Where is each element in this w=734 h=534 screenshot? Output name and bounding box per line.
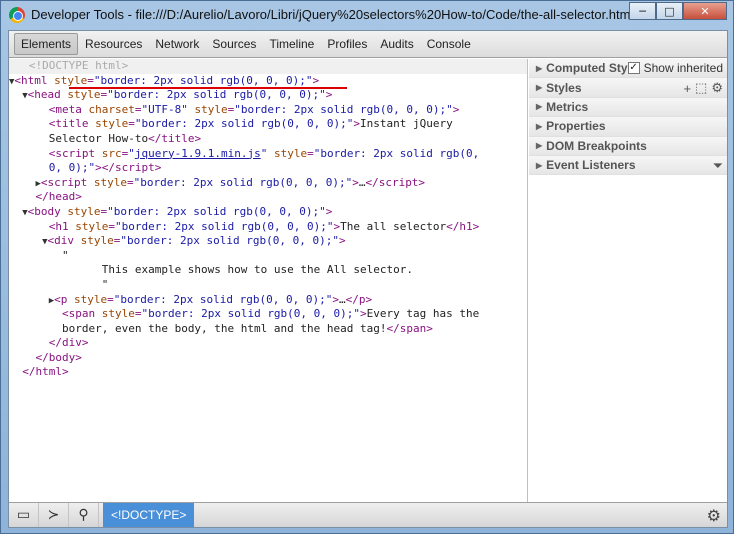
dom-node-div-close[interactable]: </div> (9, 336, 527, 351)
tab-audits[interactable]: Audits (374, 34, 419, 54)
pane-dom-breakpoints[interactable]: ▶ DOM Breakpoints (529, 136, 727, 156)
pane-label: Event Listeners (546, 158, 636, 173)
pane-metrics[interactable]: ▶ Metrics (529, 97, 727, 118)
tab-console[interactable]: Console (421, 34, 477, 54)
pane-label: Styles (546, 80, 582, 95)
pane-event-listeners[interactable]: ▶ Event Listeners ⏷ (529, 155, 727, 176)
doctype-text: <!DOCTYPE html> (28, 59, 129, 72)
pane-computed-style[interactable]: ▶ Computed Style ✓ Show inherited (529, 59, 727, 79)
pane-label: Computed Style (546, 61, 638, 76)
breadcrumb-doctype[interactable]: <!DOCTYPE> (103, 503, 195, 527)
show-inherited-label: Show inherited (643, 61, 723, 75)
dom-node-span[interactable]: <span style="border: 2px solid rgb(0, 0,… (9, 307, 527, 322)
dom-node-script-1-cont[interactable]: 0, 0);"></script> (9, 161, 527, 176)
dom-node-body-close[interactable]: </body> (9, 351, 527, 366)
devtools-window: Developer Tools - file:///D:/Aurelio/Lav… (0, 0, 734, 534)
title-bar[interactable]: Developer Tools - file:///D:/Aurelio/Lav… (1, 1, 733, 29)
dom-node-head-close[interactable]: </head> (9, 190, 527, 205)
panel-tabs: Elements Resources Network Sources Timel… (9, 31, 727, 58)
styles-actions: + ⬚ ⚙ (683, 80, 723, 97)
show-inherited-checkbox[interactable]: ✓ (627, 62, 640, 74)
dom-node-script-1[interactable]: <script src="jquery-1.9.1.min.js" style=… (9, 147, 527, 162)
expand-triangle-icon[interactable]: ▶ (536, 83, 542, 92)
dom-tree[interactable]: <!DOCTYPE html> ▼<html style="border: 2p… (9, 59, 528, 502)
dom-node-body[interactable]: ▼<body style="border: 2px solid rgb(0, 0… (9, 205, 527, 220)
tab-network[interactable]: Network (149, 34, 205, 54)
tab-resources[interactable]: Resources (79, 34, 148, 54)
dom-node-title-cont[interactable]: Selector How-to</title> (9, 132, 527, 147)
pane-label: Metrics (546, 99, 589, 114)
expand-triangle-icon[interactable]: ▶ (536, 102, 542, 111)
pane-properties[interactable]: ▶ Properties (529, 117, 727, 137)
expand-triangle-icon[interactable]: ▶ (536, 161, 542, 170)
add-rule-icon[interactable]: + (683, 81, 691, 96)
attr-name: style (54, 73, 88, 87)
window-controls: ─ □ ✕ (629, 2, 727, 20)
settings-gear-icon[interactable]: ⚙ (711, 80, 723, 96)
attr-value: "border: 2px solid rgb(0, 0, 0);" (93, 73, 313, 87)
expand-triangle-icon[interactable]: ▶ (536, 64, 542, 73)
pane-styles[interactable]: ▶ Styles + ⬚ ⚙ (529, 78, 727, 98)
settings-gear-icon[interactable]: ⚙ (707, 506, 721, 525)
dom-text-quote[interactable]: " (9, 249, 527, 264)
dock-toggle-icon[interactable]: ▭ (9, 503, 39, 527)
sidebar-panes: ▶ Computed Style ✓ Show inherited ▶ Styl… (529, 59, 727, 502)
maximize-button[interactable]: □ (656, 2, 683, 20)
devtools-client: Elements Resources Network Sources Timel… (8, 30, 728, 528)
tab-timeline[interactable]: Timeline (263, 34, 320, 54)
filter-funnel-icon[interactable]: ⏷ (713, 158, 723, 174)
pane-label: DOM Breakpoints (546, 138, 647, 153)
dom-text-node[interactable]: This example shows how to use the All se… (9, 263, 527, 278)
dom-node-h1[interactable]: <h1 style="border: 2px solid rgb(0, 0, 0… (9, 220, 527, 235)
dom-node-div[interactable]: ▼<div style="border: 2px solid rgb(0, 0,… (9, 234, 527, 249)
event-listener-actions: ⏷ (712, 157, 723, 174)
dom-node-span-cont[interactable]: border, even the body, the html and the … (9, 322, 527, 337)
expand-triangle-icon[interactable]: ▶ (536, 122, 542, 131)
search-icon[interactable]: ⚲ (69, 503, 99, 527)
chrome-logo-icon (9, 7, 25, 23)
status-bar: ▭ ≻ ⚲ <!DOCTYPE> ⚙ (9, 502, 727, 527)
window-title: Developer Tools - file:///D:/Aurelio/Lav… (31, 7, 634, 22)
dom-node-head[interactable]: ▼<head style="border: 2px solid rgb(0, 0… (9, 88, 527, 103)
dom-node-title[interactable]: <title style="border: 2px solid rgb(0, 0… (9, 117, 527, 132)
pane-label: Properties (546, 119, 606, 134)
expand-triangle-icon[interactable]: ▶ (536, 141, 542, 150)
dom-node-html-close[interactable]: </html> (9, 365, 527, 380)
tab-profiles[interactable]: Profiles (321, 34, 373, 54)
dom-node-html[interactable]: ▼<html style="border: 2px solid rgb(0, 0… (9, 74, 527, 89)
console-toggle-icon[interactable]: ≻ (39, 503, 69, 527)
tab-elements[interactable]: Elements (14, 33, 79, 55)
script-src-link[interactable]: jquery-1.9.1.min.js (135, 147, 261, 160)
minimize-button[interactable]: ─ (629, 2, 656, 20)
tag-text: <html (14, 73, 48, 87)
dom-text-quote-close[interactable]: " (9, 278, 527, 293)
dom-node-script-2[interactable]: ▶<script style="border: 2px solid rgb(0,… (9, 176, 527, 191)
tab-sources[interactable]: Sources (206, 34, 262, 54)
element-state-icon[interactable]: ⬚ (695, 80, 707, 96)
dom-node-p[interactable]: ▶<p style="border: 2px solid rgb(0, 0, 0… (9, 293, 527, 308)
close-button[interactable]: ✕ (683, 2, 727, 20)
dom-node-meta[interactable]: <meta charset="UTF-8" style="border: 2px… (9, 103, 527, 118)
dom-node-doctype[interactable]: <!DOCTYPE html> (9, 59, 527, 74)
show-inherited-toggle[interactable]: ✓ Show inherited (627, 61, 723, 75)
